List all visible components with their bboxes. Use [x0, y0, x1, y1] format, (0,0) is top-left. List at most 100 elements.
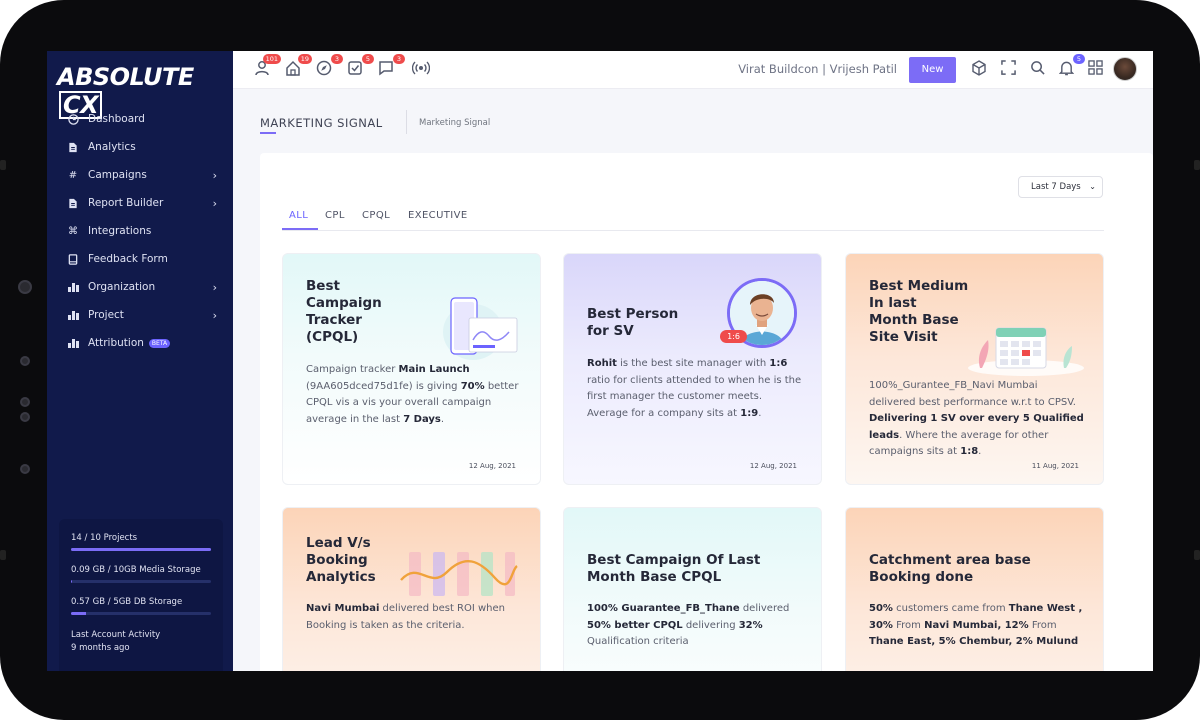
sidebar-item-organization[interactable]: Organization › — [47, 273, 233, 301]
search-icon[interactable] — [1027, 60, 1047, 80]
signal-tabs: ALL CPL CPQL EXECUTIVE — [282, 203, 1104, 231]
card-title: Best Person for SV — [587, 306, 679, 339]
book-icon — [67, 253, 79, 265]
sidebar-item-label: Dashboard — [88, 113, 145, 125]
media-usage-fill — [71, 580, 73, 583]
tab-cpl[interactable]: CPL — [325, 210, 345, 221]
desc-text: is the best site manager with — [616, 358, 770, 369]
card-title: Lead V/s Booking Analytics — [306, 535, 376, 585]
breadcrumb[interactable]: Marketing Signal — [419, 118, 490, 128]
sidebar-item-attribution[interactable]: Attribution BETA — [47, 329, 233, 357]
signal-card-best-medium[interactable]: Best Medium In last Month Base Site Visi… — [845, 253, 1104, 485]
sidebar-item-feedback-form[interactable]: Feedback Form — [47, 245, 233, 273]
chevron-right-icon: › — [212, 309, 217, 322]
sidebar-item-label: Analytics — [88, 141, 136, 153]
db-usage-fill — [71, 612, 87, 615]
sidebar-item-analytics[interactable]: Analytics — [47, 133, 233, 161]
tab-executive[interactable]: EXECUTIVE — [408, 210, 468, 221]
cube-icon[interactable] — [969, 60, 989, 80]
document-icon — [67, 141, 79, 153]
users-count-badge: 101 — [262, 54, 281, 64]
desc-text: Campaign tracker — [306, 364, 399, 375]
side-button — [1194, 550, 1200, 560]
desc-highlight: Rohit — [587, 358, 617, 369]
desc-text: From — [892, 619, 925, 631]
sidebar: ABSOLUTECX Dashboard Analytics # Campaig… — [47, 51, 233, 671]
media-usage-label: 0.09 GB / 10GB Media Storage — [71, 565, 201, 575]
sensor-dot — [20, 464, 30, 474]
compass-count-badge: 3 — [331, 54, 343, 64]
new-button[interactable]: New — [909, 57, 956, 83]
tab-all[interactable]: ALL — [289, 210, 308, 221]
last-activity-value: 9 months ago — [71, 643, 130, 653]
home-count-badge: 19 — [297, 54, 312, 64]
desc-highlight: 1:8 — [960, 446, 979, 457]
ratio-badge: 1:6 — [720, 330, 747, 343]
chevron-right-icon: › — [212, 197, 217, 210]
date-range-select[interactable]: Last 7 Days ⌄ — [1018, 176, 1103, 198]
signal-card-best-person[interactable]: Best Person for SV 1:6 Rohit is the best… — [563, 253, 822, 485]
desc-text: . — [758, 407, 762, 419]
sidebar-item-report-builder[interactable]: Report Builder › — [47, 189, 233, 217]
sidebar-item-campaigns[interactable]: # Campaigns › — [47, 161, 233, 189]
desc-highlight: 50% — [869, 603, 893, 614]
tasks-icon[interactable]: 5 — [345, 54, 374, 80]
chevron-right-icon: › — [212, 169, 217, 182]
sidebar-item-integrations[interactable]: ⌘ Integrations — [47, 217, 233, 245]
company-user-label[interactable]: Virat Buildcon | Vrijesh Patil — [738, 62, 897, 76]
desc-text: From — [1028, 619, 1057, 631]
clock-icon — [67, 113, 79, 125]
users-icon[interactable]: 101 — [252, 54, 281, 80]
sidebar-item-label: Integrations — [88, 225, 152, 237]
desc-highlight: Navi Mumbai, 12% — [924, 619, 1029, 631]
top-bar: 101 19 3 5 3 Virat Buildcon | Vrijesh Pa… — [233, 51, 1153, 89]
user-avatar[interactable] — [1113, 57, 1137, 81]
signal-card-lead-vs-booking[interactable]: Lead V/s Booking Analytics Navi Mumbai d… — [282, 507, 541, 671]
tablet-chart-illustration — [443, 297, 518, 360]
sensor-dot — [20, 412, 30, 422]
desc-text: (9AA605dced75d1fe) is giving — [306, 380, 461, 392]
signal-card-catchment-booking[interactable]: Catchment area base Booking done 50% cus… — [845, 507, 1104, 671]
card-date: 12 Aug, 2021 — [468, 462, 516, 470]
desc-highlight: Main Launch — [398, 364, 470, 375]
bar-chart-icon — [67, 281, 79, 293]
message-icon[interactable]: 3 — [376, 54, 405, 80]
side-button — [1194, 160, 1200, 170]
signals-panel: Last 7 Days ⌄ ALL CPL CPQL EXECUTIVE Bes… — [260, 153, 1153, 671]
apps-grid-icon[interactable] — [1085, 60, 1105, 80]
sidebar-item-dashboard[interactable]: Dashboard — [47, 105, 233, 133]
fullscreen-icon[interactable] — [998, 60, 1018, 80]
side-button — [0, 160, 6, 170]
signal-card-campaign-tracker[interactable]: Best Campaign Tracker (CPQL) Campaign tr… — [282, 253, 541, 485]
desc-highlight: Navi Mumbai — [306, 603, 380, 614]
desc-text: . — [440, 413, 445, 425]
card-description: Campaign tracker Main Launch (9AA605dced… — [306, 362, 524, 428]
card-title: Best Campaign Tracker (CPQL) — [306, 278, 382, 345]
home-icon[interactable]: 19 — [283, 54, 312, 80]
broadcast-icon[interactable] — [411, 60, 431, 80]
projects-usage-label: 14 / 10 Projects — [71, 533, 138, 543]
bell-icon[interactable]: 5 — [1056, 54, 1085, 80]
desc-text: ratio for clients attended to when he is… — [587, 374, 802, 419]
desc-text: customers came from — [892, 603, 1009, 614]
signal-card-best-campaign-cpql[interactable]: Best Campaign Of Last Month Base CPQL 10… — [563, 507, 822, 671]
app-screen: ABSOLUTECX Dashboard Analytics # Campaig… — [47, 51, 1153, 671]
db-usage-bar — [71, 612, 211, 615]
desc-text: delivering — [682, 619, 739, 631]
compass-icon[interactable]: 3 — [314, 54, 343, 80]
desc-highlight: 32% — [738, 619, 763, 631]
desc-text: 100%_Gurantee_FB_Navi Mumbai delivered b… — [869, 380, 1076, 408]
desc-text: delivered — [739, 603, 790, 614]
last-activity-label: Last Account Activity — [71, 630, 161, 640]
tablet-frame: ABSOLUTECX Dashboard Analytics # Campaig… — [0, 0, 1200, 720]
sidebar-item-project[interactable]: Project › — [47, 301, 233, 329]
sidebar-nav: Dashboard Analytics # Campaigns › Report… — [47, 105, 233, 357]
bar-chart-icon — [67, 337, 79, 349]
desc-text: . — [978, 446, 982, 457]
header-divider — [406, 110, 407, 134]
card-description: 100% Guarantee_FB_Thane delivered 50% be… — [587, 601, 805, 651]
bar-chart-icon — [67, 309, 79, 321]
tab-cpql[interactable]: CPQL — [362, 210, 390, 221]
projects-usage-bar — [71, 548, 211, 551]
desc-highlight: 1:9 — [740, 407, 759, 419]
